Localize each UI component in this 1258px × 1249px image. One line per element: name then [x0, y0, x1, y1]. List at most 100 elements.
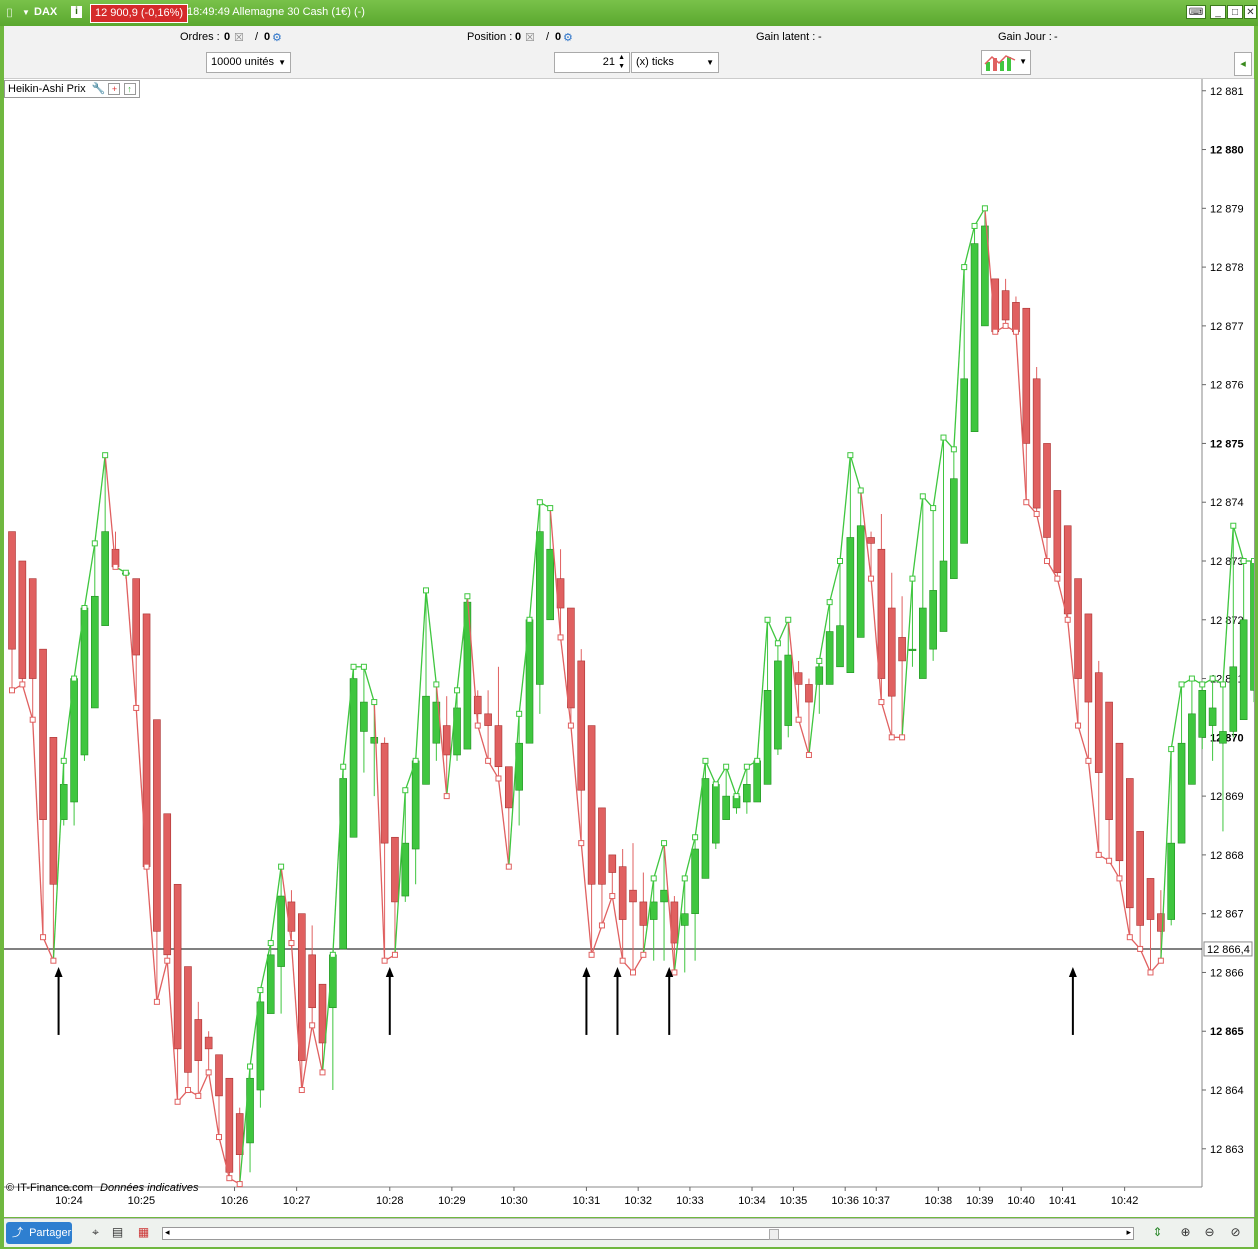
ticks-select[interactable]: (x) ticks ▼ [631, 52, 719, 73]
keyboard-icon[interactable]: ⌨ [1186, 5, 1206, 19]
wrench-icon[interactable]: 🔧 [92, 83, 106, 95]
stepper-arrows-icon[interactable]: ▲ ▼ [618, 53, 625, 71]
candle-body [1053, 490, 1062, 574]
orders-value-2: 0 [264, 31, 271, 43]
extreme-marker [536, 499, 543, 506]
extreme-marker [1116, 875, 1123, 882]
y-tick-label: 12 867 [1210, 909, 1244, 921]
cancel-orders-icon[interactable]: ☒ [234, 31, 244, 44]
x-tick-label: 10:30 [500, 1195, 528, 1207]
candle-body [598, 807, 606, 885]
maximize-button[interactable]: □ [1227, 5, 1243, 19]
chart-type-button[interactable]: ▼ [981, 50, 1031, 75]
zoom-in-icon[interactable]: ⊕ [1178, 1225, 1193, 1240]
x-tick-label: 10:41 [1049, 1195, 1077, 1207]
candle-body [349, 678, 358, 838]
candle-body [132, 578, 140, 656]
candle-body [618, 866, 627, 920]
auto-scale-icon[interactable]: ⇕ [1150, 1225, 1165, 1240]
remove-indicator-icon[interactable]: + [108, 83, 121, 95]
extremes-line-segment [725, 766, 738, 797]
y-tick-label: 12 878 [1210, 262, 1244, 274]
candle-body [856, 525, 865, 638]
extreme-marker [50, 957, 57, 964]
candle-body [898, 637, 906, 662]
extreme-marker [630, 969, 636, 976]
extreme-marker [909, 575, 916, 582]
price-chart[interactable]: 12 863 12 864 12 865 12 866 12 867 12 868 12 8… [4, 79, 1258, 1217]
candle-body [215, 1054, 223, 1097]
close-position-icon[interactable]: ☒ [525, 31, 535, 44]
extremes-line-segment [808, 660, 820, 756]
close-button[interactable]: ✕ [1244, 5, 1257, 19]
candle-body [753, 760, 762, 803]
signal-arrow-head [385, 966, 394, 977]
price-badge: 12 900,9 (-0,16%) [90, 4, 189, 23]
extreme-marker [164, 957, 171, 964]
order-book-icon[interactable]: ▦ [136, 1225, 151, 1240]
scroll-thumb[interactable] [769, 1229, 779, 1240]
crosshair-icon[interactable]: ⌖ [88, 1225, 103, 1240]
horizontal-scrollbar[interactable]: ◂ ▸ [162, 1227, 1134, 1240]
candle-body [950, 478, 958, 579]
info-icon[interactable]: i [71, 6, 82, 18]
extreme-marker [1106, 857, 1113, 864]
units-select[interactable]: 10000 unités ▼ [206, 52, 291, 73]
extremes-line-segment [1139, 948, 1152, 973]
candle-body [411, 760, 420, 850]
extreme-marker [71, 675, 78, 682]
extremes-line-segment [1087, 760, 1100, 855]
candle-body [101, 531, 109, 626]
bottom-toolbar: ⤴ Partager ⌖ ▤ ▦ ◂ ▸ ⇕ ⊕ ⊖ ⊘ [4, 1218, 1254, 1247]
chevron-down-icon: ▼ [1019, 57, 1027, 66]
candle-body [184, 966, 192, 1073]
candle-body [1229, 666, 1238, 732]
extreme-marker [950, 446, 957, 453]
chevron-down-icon[interactable]: ▼ [22, 8, 30, 17]
extreme-marker [1157, 957, 1164, 964]
candle-body [836, 625, 844, 668]
zoom-out-icon[interactable]: ⊖ [1202, 1225, 1217, 1240]
ticks-select-value: (x) ticks [636, 56, 674, 68]
ticks-stepper[interactable]: 21 ▲ ▼ [554, 52, 630, 73]
chart-area[interactable]: 12 863 12 864 12 865 12 866 12 867 12 868 12 8… [4, 79, 1258, 1217]
extremes-line-segment [21, 684, 34, 720]
x-tick-label: 10:35 [780, 1195, 808, 1207]
reset-zoom-icon[interactable]: ⊘ [1228, 1225, 1243, 1240]
side-panel-toggle-icon[interactable]: ◂ [1234, 52, 1252, 76]
y-tick-label: 12 879 [1210, 203, 1244, 215]
share-button[interactable]: ⤴ Partager [6, 1222, 72, 1244]
position-settings-gear-icon[interactable]: ⚙ [563, 31, 573, 44]
candle-body [577, 660, 586, 791]
candle-body [153, 719, 161, 932]
candle-body [546, 548, 555, 621]
candle-body [960, 378, 969, 544]
extreme-marker [588, 951, 595, 958]
chevron-down-icon: ▼ [278, 58, 286, 67]
minimize-button[interactable]: _ [1210, 5, 1226, 19]
extreme-marker [1209, 675, 1216, 682]
chart-type-icon [984, 55, 1016, 71]
orders-settings-gear-icon[interactable]: ⚙ [272, 31, 282, 44]
extreme-marker [1230, 522, 1237, 529]
extreme-marker [60, 757, 67, 764]
symbol-label[interactable]: DAX [34, 6, 57, 18]
extremes-line-segment [425, 590, 437, 685]
extreme-marker [495, 775, 502, 782]
extreme-marker [184, 1087, 191, 1094]
extreme-marker [754, 757, 761, 764]
x-tick-label: 10:38 [925, 1195, 953, 1207]
move-up-icon[interactable]: ↑ [123, 83, 136, 95]
scroll-left-icon[interactable]: ◂ [165, 1227, 170, 1238]
candle-body [194, 1019, 203, 1061]
orders-value: 0 [224, 31, 231, 43]
extreme-marker [1002, 322, 1009, 329]
y-tick-label: 12 877 [1210, 321, 1244, 333]
x-tick-label: 10:40 [1007, 1195, 1035, 1207]
y-tick-label: 12 868 [1210, 850, 1244, 862]
scroll-right-icon[interactable]: ▸ [1126, 1227, 1131, 1238]
candle-body [918, 607, 927, 679]
candle-body [225, 1077, 234, 1173]
extreme-marker [402, 787, 409, 794]
list-icon[interactable]: ▤ [110, 1225, 125, 1240]
